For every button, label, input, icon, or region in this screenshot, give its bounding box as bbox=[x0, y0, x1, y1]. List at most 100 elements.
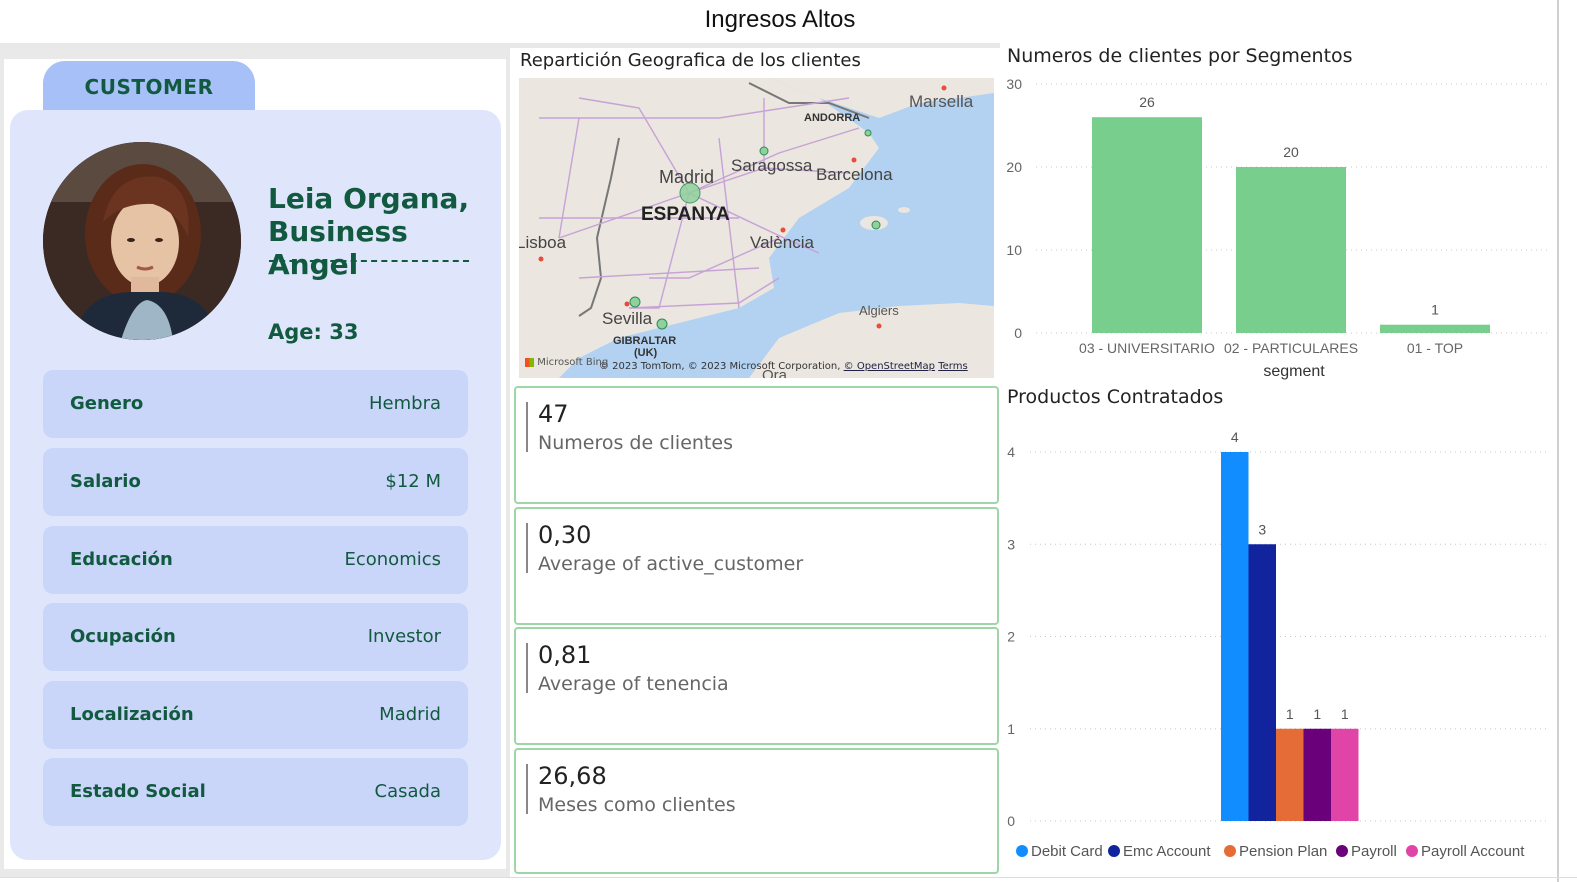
avatar-portrait-image bbox=[43, 142, 241, 340]
legend-label: Payroll Account bbox=[1421, 843, 1525, 860]
avatar bbox=[43, 142, 241, 340]
y-tick-label: 0 bbox=[1007, 813, 1015, 829]
products-bar-chart[interactable]: 0 1 2 3 4 4 3 1 1 1 Debit Card Emc Account Pension P… bbox=[1000, 412, 1556, 876]
x-tick-label: 01 - TOP bbox=[1407, 340, 1463, 356]
kpi-label: Average of tenencia bbox=[538, 673, 729, 695]
map-visual[interactable]: Marsella ANDORRA Madrid Saragossa Barcel… bbox=[519, 78, 994, 378]
kpi-accent-bar bbox=[526, 764, 528, 814]
map-label-madrid: Madrid bbox=[659, 167, 714, 187]
kpi-accent-bar bbox=[526, 643, 528, 693]
scrollbar-edge bbox=[1557, 0, 1559, 882]
y-tick-label: 20 bbox=[1006, 159, 1022, 175]
customer-name-line2: Business Angel bbox=[268, 215, 408, 281]
data-label: 26 bbox=[1139, 94, 1155, 110]
info-row-localizacion: Localización Madrid bbox=[43, 681, 468, 749]
bar-segment bbox=[1380, 324, 1490, 333]
kpi-value: 0,81 bbox=[538, 641, 592, 669]
kpi-value: 26,68 bbox=[538, 762, 607, 790]
map-label-barcelona: Barcelona bbox=[816, 165, 893, 184]
y-tick-label: 30 bbox=[1006, 76, 1022, 92]
y-tick-label: 1 bbox=[1007, 721, 1015, 737]
microsoft-logo-icon bbox=[525, 357, 534, 367]
customer-name-line1: Leia Organa, bbox=[268, 182, 470, 215]
kpi-card-clientes[interactable]: 47 Numeros de clientes bbox=[514, 386, 999, 504]
map-attribution-text: © 2023 TomTom, © 2023 Microsoft Corporat… bbox=[599, 361, 841, 372]
info-label: Genero bbox=[70, 393, 144, 414]
map-label-marsella: Marsella bbox=[909, 92, 974, 111]
data-label: 4 bbox=[1231, 429, 1239, 445]
bing-logo: Microsoft Bing bbox=[525, 357, 608, 368]
kpi-value: 0,30 bbox=[538, 521, 592, 549]
legend-label: Pension Plan bbox=[1239, 843, 1327, 860]
legend-marker bbox=[1016, 845, 1028, 857]
y-tick-label: 3 bbox=[1007, 536, 1015, 552]
info-value: Madrid bbox=[379, 704, 441, 725]
legend-marker bbox=[1224, 845, 1236, 857]
map-label-algiers: Algiers bbox=[859, 303, 899, 318]
map-label-valencia: València bbox=[750, 233, 814, 252]
legend-label: Debit Card bbox=[1031, 843, 1103, 860]
info-row-ocupacion: Ocupación Investor bbox=[43, 603, 468, 671]
customer-name: Leia Organa, Business Angel bbox=[268, 182, 488, 281]
data-label: 1 bbox=[1431, 302, 1439, 318]
bar-product bbox=[1221, 452, 1249, 821]
info-row-educacion: Educación Economics bbox=[43, 526, 468, 594]
name-divider bbox=[269, 260, 469, 262]
data-label: 1 bbox=[1286, 706, 1294, 722]
map-title: Repartición Geografica de los clientes bbox=[520, 50, 861, 71]
openstreetmap-link[interactable]: © OpenStreetMap bbox=[844, 361, 935, 372]
map-label-lisboa: Lisboa bbox=[519, 233, 567, 252]
map-label-gibraltar: GIBRALTAR bbox=[613, 335, 676, 347]
terms-link[interactable]: Terms bbox=[938, 361, 967, 372]
info-row-genero: Genero Hembra bbox=[43, 370, 468, 438]
kpi-label: Numeros de clientes bbox=[538, 432, 733, 454]
bar-product bbox=[1303, 728, 1331, 821]
y-tick-label: 4 bbox=[1007, 444, 1015, 460]
info-label: Localización bbox=[70, 704, 194, 725]
legend-marker bbox=[1406, 845, 1418, 857]
y-tick-label: 0 bbox=[1014, 325, 1022, 341]
x-tick-label: 03 - UNIVERSITARIO bbox=[1079, 340, 1215, 356]
segment-chart-title: Numeros de clientes por Segmentos bbox=[1007, 45, 1353, 67]
map-logo-text: Microsoft Bing bbox=[537, 357, 609, 368]
x-axis-label: segment bbox=[1263, 363, 1325, 380]
map-label-espanya: ESPANYA bbox=[641, 204, 730, 225]
customer-age: Age: 33 bbox=[268, 320, 359, 344]
info-value: Hembra bbox=[369, 393, 441, 414]
map-label-saragossa: Saragossa bbox=[731, 156, 813, 175]
info-label: Educación bbox=[70, 549, 173, 570]
kpi-card-active-customer[interactable]: 0,30 Average of active_customer bbox=[514, 507, 999, 625]
info-row-estado-social: Estado Social Casada bbox=[43, 758, 468, 826]
data-label: 1 bbox=[1313, 706, 1321, 722]
info-row-salario: Salario $12 M bbox=[43, 448, 468, 516]
info-label: Estado Social bbox=[70, 781, 206, 802]
info-label: Salario bbox=[70, 471, 141, 492]
segment-bar-chart[interactable]: 0 10 20 30 26 03 - UNIVERSITARIO 20 02 - PARTIC… bbox=[1000, 70, 1556, 382]
bottom-divider bbox=[0, 877, 1577, 878]
products-chart-title: Productos Contratados bbox=[1007, 386, 1224, 408]
bar-segment bbox=[1092, 117, 1202, 333]
kpi-accent-bar bbox=[526, 402, 528, 452]
data-label: 1 bbox=[1341, 706, 1349, 722]
map-label-andorra: ANDORRA bbox=[804, 112, 860, 124]
kpi-value: 47 bbox=[538, 400, 569, 428]
map-label-uk: (UK) bbox=[634, 347, 658, 359]
map-attribution: © 2023 TomTom, © 2023 Microsoft Corporat… bbox=[599, 361, 968, 372]
map-label-sevilla: Sevilla bbox=[602, 309, 653, 328]
info-value: $12 M bbox=[385, 471, 441, 492]
map-canvas[interactable]: Marsella ANDORRA Madrid Saragossa Barcel… bbox=[519, 78, 994, 378]
kpi-card-meses[interactable]: 26,68 Meses como clientes bbox=[514, 748, 999, 874]
legend-label: Emc Account bbox=[1123, 843, 1211, 860]
bar-segment bbox=[1236, 167, 1346, 333]
kpi-label: Average of active_customer bbox=[538, 553, 804, 575]
bar-product bbox=[1276, 728, 1304, 821]
info-value: Economics bbox=[344, 549, 441, 570]
y-tick-label: 2 bbox=[1007, 629, 1015, 645]
kpi-card-tenencia[interactable]: 0,81 Average of tenencia bbox=[514, 627, 999, 745]
info-label: Ocupación bbox=[70, 626, 176, 647]
legend-marker bbox=[1108, 845, 1120, 857]
page-title: Ingresos Altos bbox=[704, 6, 856, 33]
y-tick-label: 10 bbox=[1006, 242, 1022, 258]
info-value: Casada bbox=[374, 781, 441, 802]
bar-product bbox=[1248, 544, 1276, 821]
